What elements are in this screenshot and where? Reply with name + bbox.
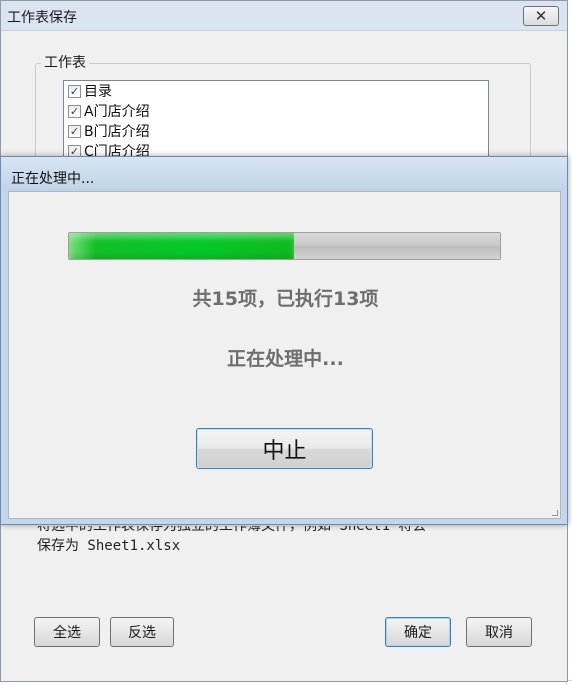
sheet-label: A门店介绍 [84,104,150,120]
description-line: 保存为 Sheet1.xlsx [37,538,181,554]
list-item[interactable]: ✓ A门店介绍 [64,101,488,121]
dialog-title: 正在处理中... [11,171,95,187]
title-bar: 正在处理中... [1,157,567,191]
sheet-label: B门店介绍 [84,124,150,140]
close-button[interactable]: ✕ [523,6,559,26]
progress-dialog: 正在处理中... 共15项，已执行13项 正在处理中... 中止 [0,156,568,525]
list-item[interactable]: ✓ B门店介绍 [64,121,488,141]
cancel-button[interactable]: 取消 [466,617,532,647]
progress-count-text: 共15项，已执行13项 [192,288,379,310]
ok-button[interactable]: 确定 [385,617,451,647]
close-icon: ✕ [534,6,548,25]
dialog-body: 共15项，已执行13项 正在处理中... 中止 [8,191,561,519]
checkbox-checked-icon[interactable]: ✓ [68,124,81,138]
window-title: 工作表保存 [7,10,77,26]
title-bar: 工作表保存 ✕ [1,1,567,31]
progress-status-text: 正在处理中... [227,348,344,370]
resize-grip-icon[interactable] [552,510,558,516]
select-all-button[interactable]: 全选 [34,617,100,647]
invert-selection-button[interactable]: 反选 [110,617,174,647]
checkbox-checked-icon[interactable]: ✓ [68,84,81,98]
list-item[interactable]: ✓ 目录 [64,81,488,101]
progress-bar [68,232,501,260]
progress-fill [69,233,294,259]
sheets-group-label: 工作表 [41,52,89,72]
sheet-label: 目录 [84,84,112,100]
stop-button[interactable]: 中止 [196,428,373,469]
checkbox-checked-icon[interactable]: ✓ [68,104,81,118]
